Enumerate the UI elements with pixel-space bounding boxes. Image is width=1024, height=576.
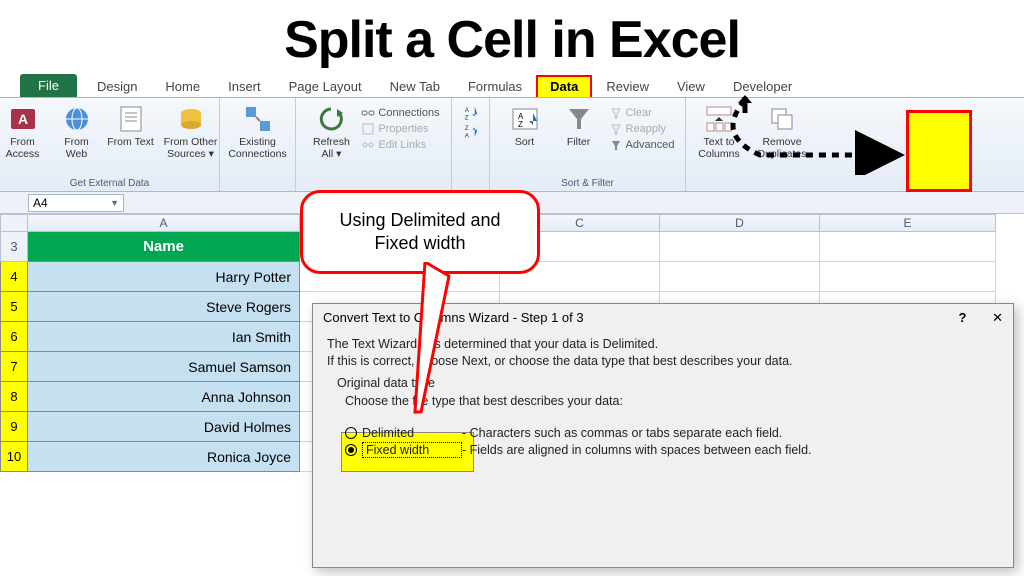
radio-fixed-width[interactable]: Fixed width - Fields are aligned in colu… bbox=[345, 442, 999, 458]
ribbon: A From Access From Web From Text From Ot… bbox=[0, 98, 1024, 192]
radio-icon bbox=[345, 427, 357, 439]
close-button[interactable]: ✕ bbox=[992, 310, 1003, 325]
tab-formulas[interactable]: Formulas bbox=[454, 75, 536, 97]
dropdown-icon[interactable]: ▼ bbox=[110, 198, 119, 208]
row-header[interactable]: 3 bbox=[0, 232, 28, 262]
sort-za-button[interactable]: ZA bbox=[456, 119, 486, 143]
empty-cell[interactable] bbox=[660, 232, 820, 262]
tab-review[interactable]: Review bbox=[592, 75, 663, 97]
filter-button[interactable]: Filter bbox=[555, 101, 603, 153]
col-header-d[interactable]: D bbox=[660, 214, 820, 232]
refresh-all-button[interactable]: Refresh All ▾ bbox=[307, 101, 355, 160]
sort-za-icon: ZA bbox=[461, 121, 481, 141]
tab-page-layout[interactable]: Page Layout bbox=[275, 75, 376, 97]
connections-icon bbox=[242, 103, 274, 135]
properties-icon bbox=[361, 122, 375, 136]
svg-text:Z: Z bbox=[464, 125, 468, 132]
remove-duplicates-button[interactable]: Remove Duplicates bbox=[754, 101, 810, 160]
empty-cell[interactable] bbox=[820, 232, 996, 262]
data-cell[interactable]: Ronica Joyce bbox=[28, 442, 300, 472]
data-cell[interactable]: Ian Smith bbox=[28, 322, 300, 352]
row-header[interactable]: 4 bbox=[0, 262, 28, 292]
web-icon bbox=[61, 103, 93, 135]
from-text-button[interactable]: From Text bbox=[107, 101, 155, 160]
edit-links-icon bbox=[361, 138, 375, 152]
tab-view[interactable]: View bbox=[663, 75, 719, 97]
empty-cell[interactable] bbox=[820, 262, 996, 292]
tab-home[interactable]: Home bbox=[151, 75, 214, 97]
clear-button: Clear bbox=[609, 106, 675, 120]
group-label: Sort & Filter bbox=[490, 178, 685, 189]
from-other-button[interactable]: From Other Sources ▾ bbox=[161, 101, 221, 160]
filter-icon bbox=[563, 103, 595, 135]
sort-button[interactable]: AZ Sort bbox=[501, 101, 549, 153]
properties-button: Properties bbox=[361, 122, 439, 136]
access-icon: A bbox=[7, 103, 39, 135]
data-cell[interactable]: Samuel Samson bbox=[28, 352, 300, 382]
data-cell[interactable]: David Holmes bbox=[28, 412, 300, 442]
data-cell[interactable]: Anna Johnson bbox=[28, 382, 300, 412]
help-button[interactable]: ? bbox=[959, 310, 967, 325]
from-access-button[interactable]: A From Access bbox=[0, 101, 47, 160]
row-header[interactable]: 7 bbox=[0, 352, 28, 382]
radio-icon bbox=[345, 444, 357, 456]
tab-insert[interactable]: Insert bbox=[214, 75, 275, 97]
row-header[interactable]: 8 bbox=[0, 382, 28, 412]
col-header-a[interactable]: A bbox=[28, 214, 300, 232]
advanced-button[interactable]: Advanced bbox=[609, 138, 675, 152]
tab-file[interactable]: File bbox=[20, 74, 77, 97]
text-to-columns-icon bbox=[703, 103, 735, 135]
group-label: Get External Data bbox=[0, 178, 219, 189]
link-icon bbox=[361, 106, 375, 120]
tab-data[interactable]: Data bbox=[536, 75, 592, 97]
reapply-button: Reapply bbox=[609, 122, 675, 136]
clear-icon bbox=[609, 106, 623, 120]
existing-connections-button[interactable]: Existing Connections bbox=[223, 101, 293, 160]
reapply-icon bbox=[609, 122, 623, 136]
text-to-columns-button[interactable]: Text to Columns bbox=[690, 101, 748, 160]
tab-new-tab[interactable]: New Tab bbox=[376, 75, 454, 97]
advanced-icon bbox=[609, 138, 623, 152]
svg-text:A: A bbox=[464, 107, 469, 114]
text-icon bbox=[115, 103, 147, 135]
row-header[interactable]: 10 bbox=[0, 442, 28, 472]
row-header[interactable]: 5 bbox=[0, 292, 28, 322]
col-header-e[interactable]: E bbox=[820, 214, 996, 232]
ribbon-tabs: File Design Home Insert Page Layout New … bbox=[0, 72, 1024, 98]
data-cell[interactable]: Steve Rogers bbox=[28, 292, 300, 322]
header-cell[interactable]: Name bbox=[28, 232, 300, 262]
name-box[interactable]: A4▼ bbox=[28, 194, 124, 212]
refresh-icon bbox=[315, 103, 347, 135]
empty-cell[interactable] bbox=[660, 262, 820, 292]
other-sources-icon bbox=[175, 103, 207, 135]
row-header[interactable]: 9 bbox=[0, 412, 28, 442]
edit-links-button: Edit Links bbox=[361, 138, 439, 152]
from-web-button[interactable]: From Web bbox=[53, 101, 101, 160]
tab-design[interactable]: Design bbox=[83, 75, 151, 97]
select-all-corner[interactable] bbox=[0, 214, 28, 232]
tab-developer[interactable]: Developer bbox=[719, 75, 806, 97]
sort-icon: AZ bbox=[509, 103, 541, 135]
radio-delimited[interactable]: Delimited - Characters such as commas or… bbox=[345, 426, 999, 440]
svg-text:Z: Z bbox=[518, 120, 523, 129]
remove-duplicates-icon bbox=[766, 103, 798, 135]
row-header[interactable]: 6 bbox=[0, 322, 28, 352]
page-title: Split a Cell in Excel bbox=[0, 0, 1024, 72]
connections-button[interactable]: Connections bbox=[361, 106, 439, 120]
svg-text:A: A bbox=[464, 132, 469, 139]
data-cell[interactable]: Harry Potter bbox=[28, 262, 300, 292]
svg-text:A: A bbox=[17, 111, 27, 127]
